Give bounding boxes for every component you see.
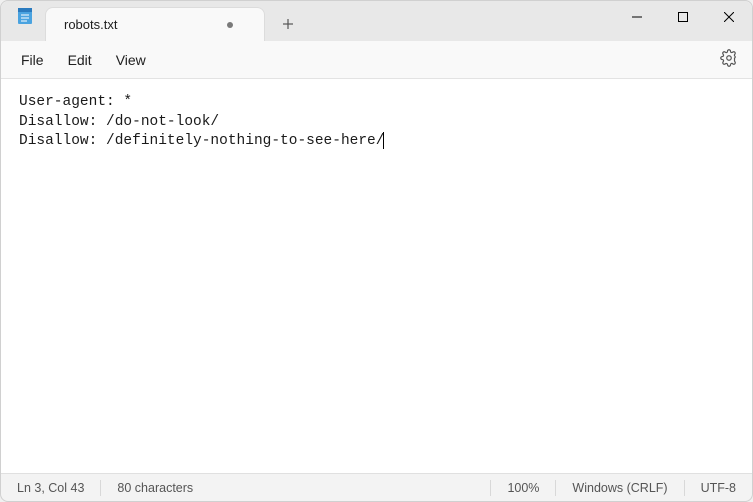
maximize-button[interactable]	[660, 1, 706, 33]
status-line-ending[interactable]: Windows (CRLF)	[556, 474, 683, 501]
editor-line: Disallow: /do-not-look/	[19, 114, 219, 130]
text-editor[interactable]: User-agent: * Disallow: /do-not-look/ Di…	[1, 79, 752, 473]
unsaved-indicator-icon	[227, 22, 233, 28]
menubar: File Edit View	[1, 41, 752, 79]
window-controls	[614, 1, 752, 33]
status-position[interactable]: Ln 3, Col 43	[1, 474, 100, 501]
status-encoding[interactable]: UTF-8	[685, 474, 752, 501]
menu-view[interactable]: View	[104, 46, 158, 74]
editor-line: Disallow: /definitely-nothing-to-see-her…	[19, 133, 384, 149]
settings-button[interactable]	[716, 47, 742, 73]
editor-line: User-agent: *	[19, 94, 132, 110]
statusbar: Ln 3, Col 43 80 characters 100% Windows …	[1, 473, 752, 501]
menu-file[interactable]: File	[9, 46, 56, 74]
gear-icon	[720, 49, 738, 70]
titlebar: robots.txt	[1, 1, 752, 41]
tab-title: robots.txt	[64, 17, 117, 32]
status-charcount: 80 characters	[101, 474, 209, 501]
new-tab-button[interactable]	[271, 7, 305, 41]
notepad-app-icon	[15, 6, 35, 26]
menu-edit[interactable]: Edit	[56, 46, 104, 74]
status-zoom[interactable]: 100%	[491, 474, 555, 501]
text-caret-icon	[383, 132, 384, 149]
tab-robots[interactable]: robots.txt	[45, 7, 265, 41]
minimize-button[interactable]	[614, 1, 660, 33]
close-button[interactable]	[706, 1, 752, 33]
